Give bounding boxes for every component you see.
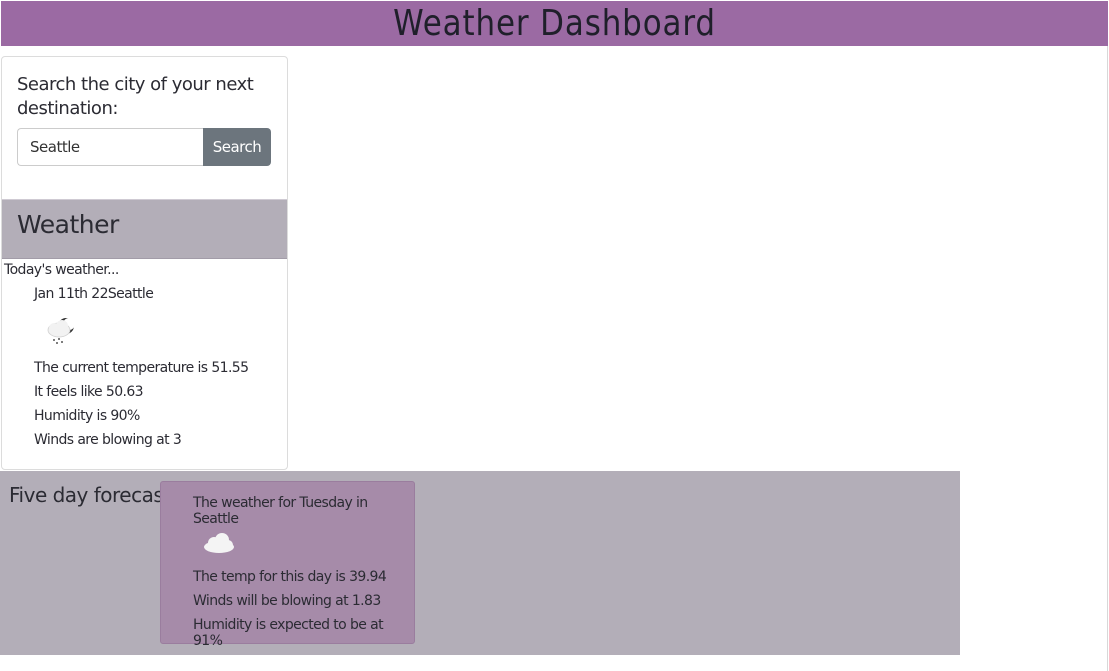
forecast-card-heading: The weather for Tuesday in Seattle — [193, 495, 368, 527]
wind-speed: Winds are blowing at 3 — [34, 432, 182, 448]
current-temperature: The current temperature is 51.55 — [34, 360, 249, 376]
humidity: Humidity is 90% — [34, 408, 140, 424]
weather-heading: Weather — [17, 210, 119, 239]
weather-section-header: Weather — [2, 199, 287, 259]
forecast-wind: Winds will be blowing at 1.83 — [193, 593, 381, 609]
today-date-city: Jan 11th 22Seattle — [34, 286, 154, 302]
page-title: Weather Dashboard — [393, 3, 716, 44]
search-button[interactable]: Search — [203, 128, 271, 166]
cloud-icon — [204, 533, 234, 553]
forecast-temp: The temp for this day is 39.94 — [193, 569, 387, 585]
today-weather-label: Today's weather... — [4, 262, 119, 278]
forecast-card: The weather for Tuesday in Seattle The t… — [160, 481, 415, 649]
page-divider — [1107, 46, 1108, 671]
city-search-input[interactable] — [17, 128, 203, 166]
feels-like: It feels like 50.63 — [34, 384, 144, 400]
rain-cloud-moon-icon — [47, 318, 75, 344]
forecast-panel: Five day forecast: The weather for Tuesd… — [0, 471, 960, 655]
search-prompt: Search the city of your next destination… — [17, 74, 254, 119]
forecast-humidity: Humidity is expected to be at 91% — [193, 617, 384, 649]
search-card: Search the city of your next destination… — [1, 56, 288, 470]
forecast-title: Five day forecast: — [9, 483, 177, 507]
app-header: Weather Dashboard — [1, 1, 1108, 46]
